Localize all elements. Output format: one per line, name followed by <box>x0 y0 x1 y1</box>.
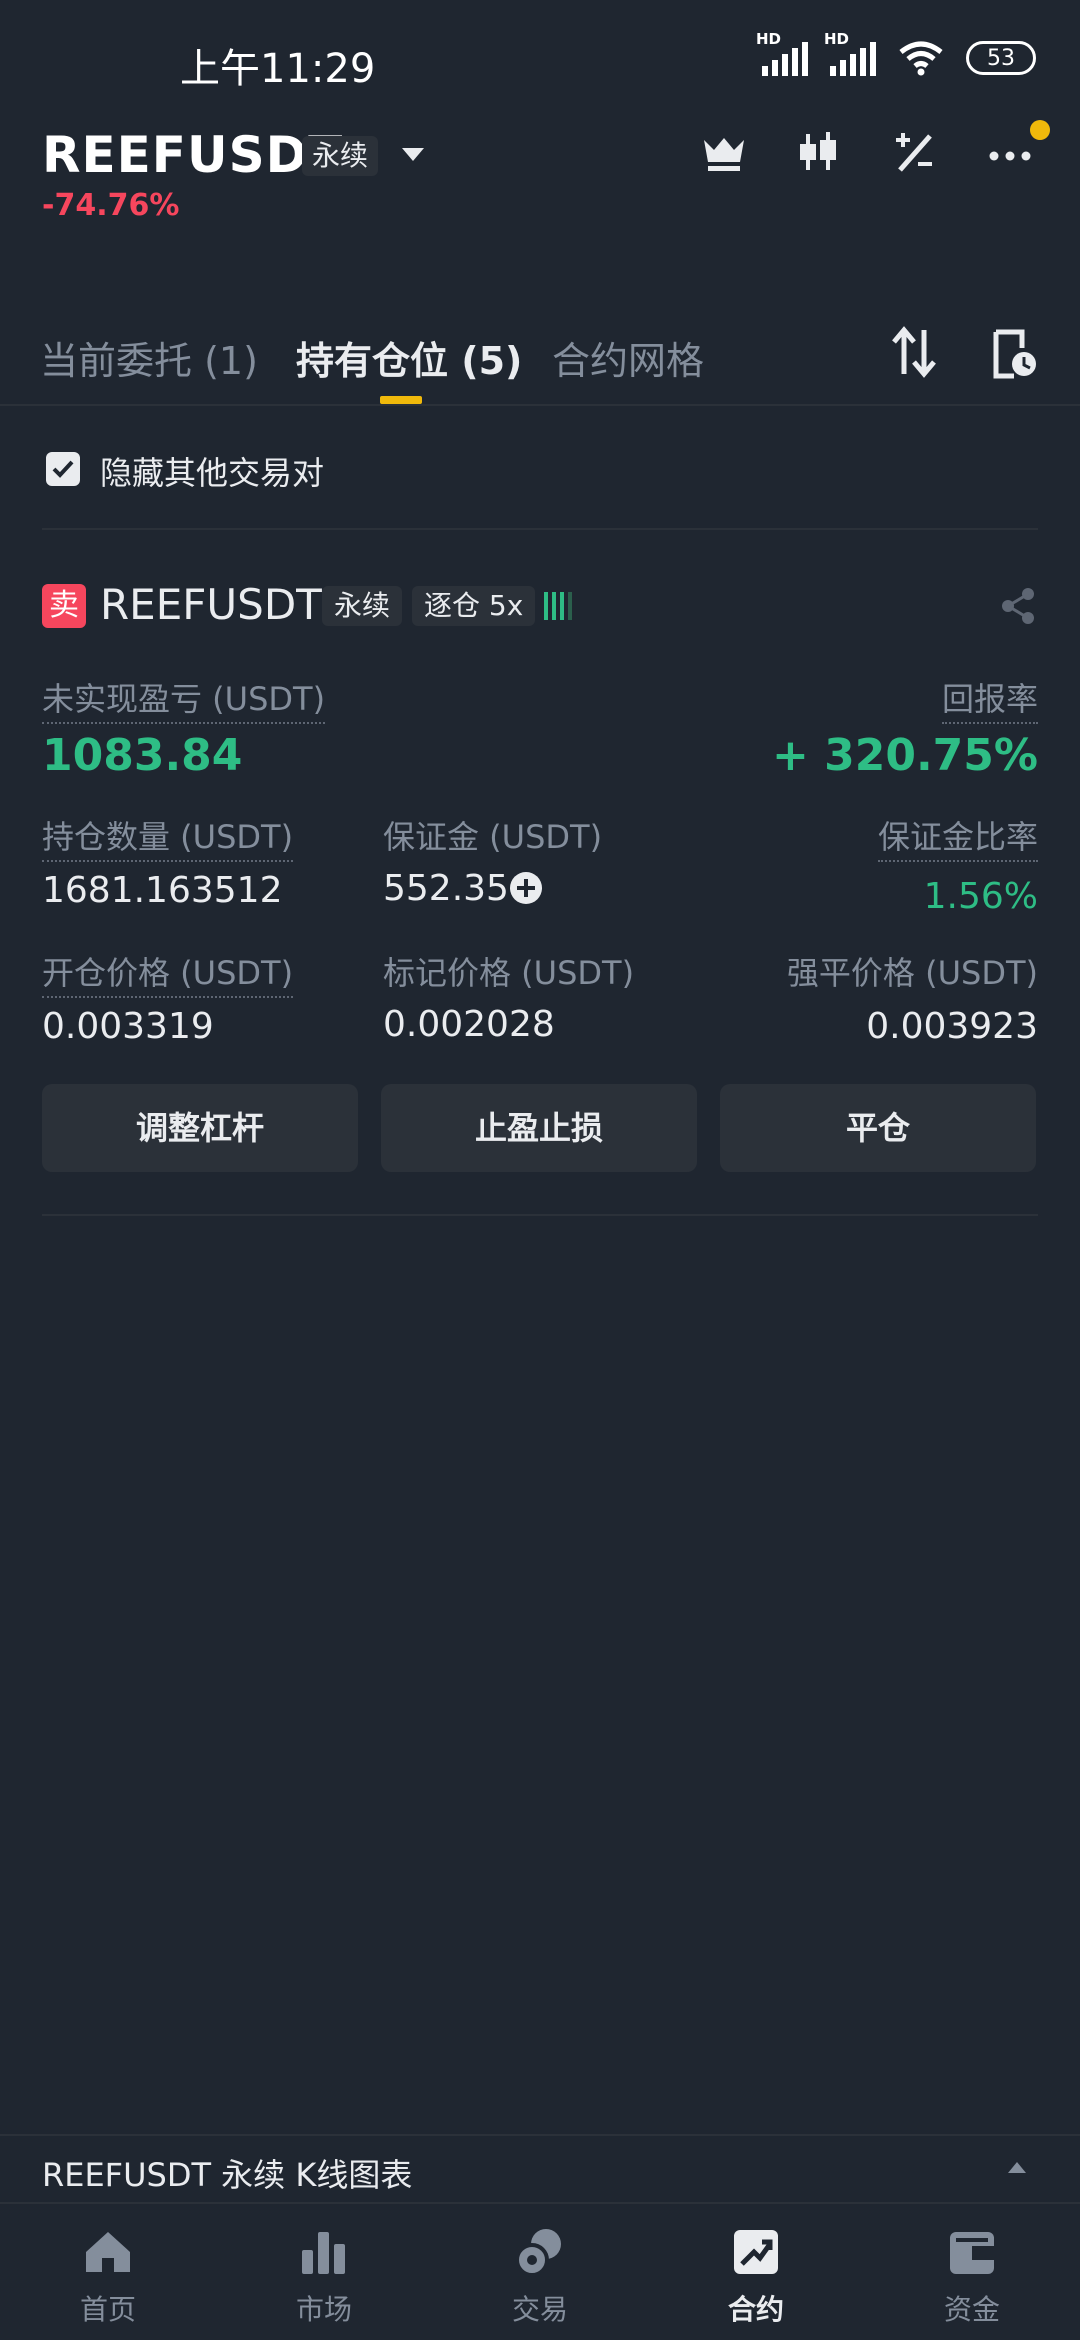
battery-icon: 53 <box>966 41 1036 75</box>
position-size-label: 持仓数量 (USDT) <box>42 812 294 862</box>
hide-others-checkbox[interactable] <box>46 452 80 486</box>
section-divider <box>42 528 1038 530</box>
chevron-up-icon[interactable] <box>1008 2162 1026 2173</box>
margin-label: 保证金 (USDT) <box>383 818 603 856</box>
nav-futures[interactable]: 合约 <box>696 2226 816 2328</box>
nav-home[interactable]: 首页 <box>48 2226 168 2328</box>
contract-type-tag: 永续 <box>302 136 379 176</box>
tab-futures-grid[interactable]: 合约网格 <box>552 330 704 385</box>
status-time: 上午11:29 <box>180 46 376 92</box>
active-tab-indicator <box>380 396 422 404</box>
signal-icon: HD <box>756 30 808 76</box>
nav-futures-label: 合约 <box>727 2293 784 2326</box>
mark-price-value: 0.002028 <box>383 1004 555 1045</box>
hd-label: HD <box>824 30 850 48</box>
liq-price-value: 0.003923 <box>866 1006 1038 1047</box>
margin-ratio-label: 保证金比率 <box>877 812 1038 862</box>
roe-value: + 320.75% <box>771 730 1038 781</box>
check-icon <box>52 460 74 478</box>
side-badge: 卖 <box>42 584 86 628</box>
signal-icon: HD <box>824 30 876 76</box>
position-symbol[interactable]: REEFUSDT <box>100 580 322 629</box>
tab-positions[interactable]: 持有仓位 (5) <box>296 330 522 385</box>
symbol-dropdown-icon[interactable] <box>402 148 424 161</box>
more-icon[interactable] <box>986 128 1034 176</box>
roe-label: 回报率 <box>941 674 1038 724</box>
calculator-icon[interactable] <box>890 128 938 176</box>
tabs-divider <box>0 404 1080 406</box>
chart-bar-label[interactable]: REEFUSDT 永续 K线图表 <box>42 2150 412 2196</box>
position-contract-tag: 永续 <box>322 586 403 626</box>
nav-trade-label: 交易 <box>511 2293 568 2326</box>
section-divider <box>42 1214 1038 1216</box>
bar-chart-icon <box>302 2232 345 2274</box>
tpsl-button[interactable]: 止盈止损 <box>381 1084 697 1172</box>
nav-wallet[interactable]: 资金 <box>912 2226 1032 2328</box>
nav-markets[interactable]: 市场 <box>264 2226 384 2328</box>
unrealized-pnl-value: 1083.84 <box>42 730 243 781</box>
entry-price-value: 0.003319 <box>42 1006 214 1047</box>
tab-open-orders[interactable]: 当前委托 (1) <box>40 330 258 385</box>
home-icon <box>86 2232 130 2272</box>
status-icons: HD HD 53 <box>756 30 1036 76</box>
crown-icon[interactable] <box>700 128 748 176</box>
adjust-leverage-button[interactable]: 调整杠杆 <box>42 1084 358 1172</box>
add-margin-icon[interactable] <box>509 871 543 905</box>
futures-icon <box>734 2230 778 2274</box>
margin-value: 552.35 <box>383 868 509 909</box>
symbol-title[interactable]: REEFUSDT <box>42 126 343 184</box>
entry-price-label: 开仓价格 (USDT) <box>42 948 294 998</box>
trade-icon <box>515 2229 561 2277</box>
mark-price-label: 标记价格 (USDT) <box>383 954 635 992</box>
nav-trade[interactable]: 交易 <box>480 2226 600 2328</box>
hide-others-label[interactable]: 隐藏其他交易对 <box>100 448 324 494</box>
margin-ratio-value: 1.56% <box>923 876 1038 917</box>
notification-dot <box>1030 120 1050 140</box>
wifi-icon <box>899 41 943 76</box>
sort-icon[interactable] <box>890 326 938 378</box>
nav-wallet-label: 资金 <box>943 2293 1000 2326</box>
nav-home-label: 首页 <box>79 2293 136 2326</box>
share-icon[interactable] <box>998 586 1038 626</box>
futures-positions-screen: 上午11:29 HD HD 53 REEFUSDT 永续 -74.76% 当前委… <box>0 0 1080 2340</box>
position-size-value: 1681.163512 <box>42 870 283 911</box>
unrealized-pnl-label: 未实现盈亏 (USDT) <box>42 674 326 724</box>
candlestick-icon[interactable] <box>794 128 842 176</box>
price-change: -74.76% <box>42 188 180 223</box>
margin-mode-tag[interactable]: 逐仓 5x <box>412 586 536 626</box>
adl-indicator-icon <box>544 592 572 620</box>
liq-price-label: 强平价格 (USDT) <box>786 954 1038 992</box>
history-icon[interactable] <box>990 328 1038 380</box>
hd-label: HD <box>756 30 782 48</box>
wallet-icon <box>950 2232 994 2274</box>
nav-markets-label: 市场 <box>295 2293 352 2326</box>
close-position-button[interactable]: 平仓 <box>720 1084 1036 1172</box>
